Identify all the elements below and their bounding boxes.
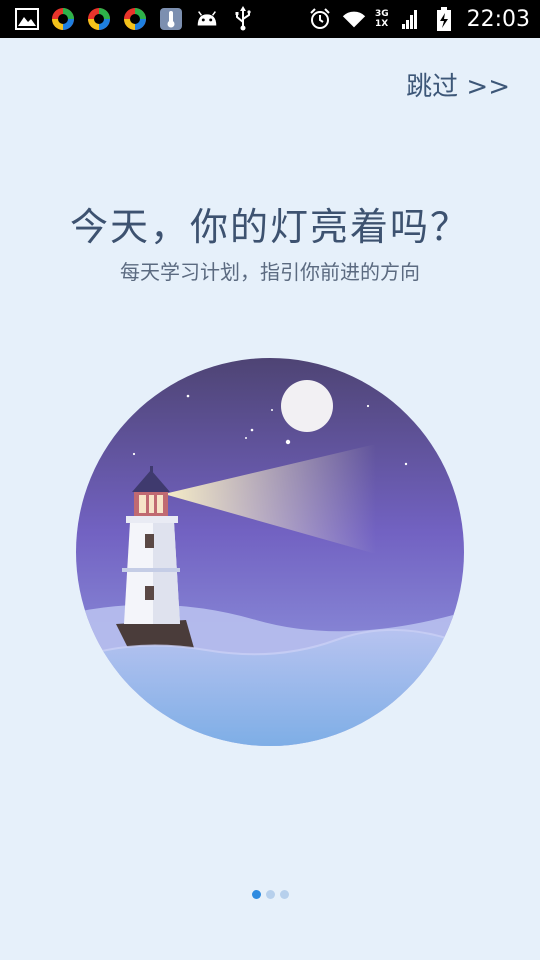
network-type-top: 3G bbox=[374, 9, 389, 19]
thermometer-icon bbox=[158, 6, 184, 32]
network-type-bottom: 1X bbox=[374, 19, 389, 29]
signal-icon bbox=[397, 6, 423, 32]
battery-icon bbox=[431, 6, 457, 32]
page-dot[interactable] bbox=[279, 890, 289, 899]
app-icon bbox=[86, 6, 112, 32]
app-icon bbox=[50, 6, 76, 32]
status-bar: 3G 1X 22:03 bbox=[0, 0, 540, 38]
system-icons: 3G 1X 22:03 bbox=[307, 0, 530, 38]
skip-button[interactable]: 跳过 >> bbox=[406, 66, 510, 103]
notification-icons bbox=[14, 6, 256, 32]
network-type: 3G 1X bbox=[375, 9, 389, 29]
lighthouse-illustration bbox=[76, 358, 464, 746]
page-subtitle: 每天学习计划，指引你前进的方向 bbox=[120, 260, 420, 284]
gallery-icon bbox=[14, 6, 40, 32]
page-indicator bbox=[0, 890, 540, 899]
page-dot-active[interactable] bbox=[251, 890, 261, 899]
page-dot[interactable] bbox=[265, 890, 275, 899]
wifi-icon bbox=[341, 6, 367, 32]
alarm-icon bbox=[307, 6, 333, 32]
page-title: 今天，你的灯亮着吗？ bbox=[69, 205, 470, 249]
app-icon bbox=[122, 6, 148, 32]
android-icon bbox=[194, 6, 220, 32]
clock: 22:03 bbox=[466, 6, 530, 32]
usb-icon bbox=[230, 6, 256, 32]
